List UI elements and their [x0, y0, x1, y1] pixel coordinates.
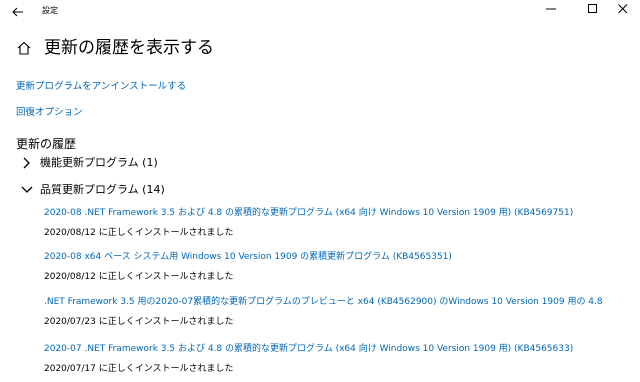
update-link[interactable]: .NET Framework 3.5 用の2020-07累積的な更新プログラムの… — [44, 296, 603, 308]
back-arrow-icon[interactable] — [10, 4, 26, 20]
update-status: 2020/07/23 に正しくインストールされました — [44, 317, 234, 327]
page-title: 更新の履歴を表示する — [44, 38, 214, 58]
update-link[interactable]: 2020-07 .NET Framework 3.5 および 4.8 の累積的な… — [44, 343, 573, 355]
quality-updates-label: 品質更新プログラム (14) — [40, 183, 165, 196]
minimize-icon[interactable] — [540, 2, 562, 20]
update-link[interactable]: 2020-08 .NET Framework 3.5 および 4.8 の累積的な… — [44, 207, 573, 219]
update-link[interactable]: 2020-08 x64 ベース システム用 Windows 10 Version… — [44, 251, 452, 263]
update-status: 2020/07/17 に正しくインストールされました — [44, 364, 234, 374]
home-icon[interactable] — [16, 40, 32, 56]
feature-updates-label: 機能更新プログラム (1) — [40, 156, 158, 169]
close-icon[interactable] — [612, 2, 634, 20]
window-title: 設定 — [42, 6, 58, 15]
update-status: 2020/08/12 に正しくインストールされました — [44, 228, 234, 238]
section-title: 更新の履歴 — [16, 137, 77, 151]
update-status: 2020/08/12 に正しくインストールされました — [44, 272, 234, 282]
chevron-right-icon — [20, 155, 34, 171]
recovery-options-link[interactable]: 回復オプション — [16, 106, 83, 119]
title-bar: 設定 — [0, 0, 640, 24]
uninstall-updates-link[interactable]: 更新プログラムをアンインストールする — [16, 80, 186, 93]
chevron-down-icon — [20, 182, 34, 198]
maximize-icon[interactable] — [582, 2, 604, 20]
